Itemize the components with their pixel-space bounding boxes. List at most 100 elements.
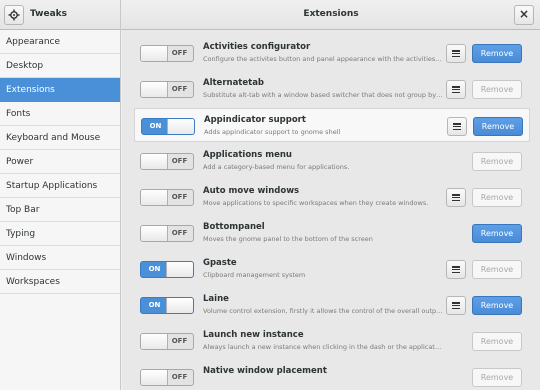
extension-row: OFF Auto move windows Move applications to…: [134, 180, 530, 214]
switch-knob: [141, 190, 168, 205]
switch-state-label: ON: [148, 265, 161, 273]
hamburger-icon: [452, 50, 460, 58]
extension-description: Volume control extension, firstly it all…: [203, 307, 443, 315]
sidebar-item-extensions[interactable]: Extensions: [0, 78, 120, 102]
hamburger-icon: [453, 123, 461, 131]
extension-description: Substitute alt-tab with a window based s…: [203, 91, 443, 99]
hamburger-icon: [452, 194, 460, 202]
switch-state-label: OFF: [171, 193, 188, 201]
sidebar-item-appearance[interactable]: Appearance: [0, 30, 120, 54]
extension-toggle-switch[interactable]: OFF: [140, 369, 194, 386]
header-bar: Tweaks Extensions ×: [0, 0, 540, 30]
switch-state-label: OFF: [171, 85, 188, 93]
extension-name: Auto move windows: [203, 186, 300, 196]
sidebar-item-typing[interactable]: Typing: [0, 222, 120, 246]
sidebar-item-power[interactable]: Power: [0, 150, 120, 174]
sidebar-item-workspaces[interactable]: Workspaces: [0, 270, 120, 294]
extension-name: Laine: [203, 294, 229, 304]
extension-description: Adds appindicator support to gnome shell: [204, 128, 341, 136]
extension-preferences-button[interactable]: [446, 296, 466, 315]
extension-toggle-switch[interactable]: OFF: [140, 333, 194, 350]
extension-toggle-switch[interactable]: ON: [141, 118, 195, 135]
sidebar-item-startup-applications[interactable]: Startup Applications: [0, 174, 120, 198]
extension-preferences-button[interactable]: [446, 188, 466, 207]
switch-knob: [141, 46, 168, 61]
header-left-pane: Tweaks: [0, 0, 121, 30]
extension-toggle-switch[interactable]: ON: [140, 297, 194, 314]
switch-state-label: ON: [149, 122, 162, 130]
sidebar-item-keyboard-and-mouse[interactable]: Keyboard and Mouse: [0, 126, 120, 150]
switch-knob: [141, 334, 168, 349]
switch-knob: [141, 370, 168, 385]
extension-remove-button[interactable]: Remove: [472, 368, 522, 387]
extension-name: Gpaste: [203, 258, 237, 268]
extension-remove-button[interactable]: Remove: [472, 152, 522, 171]
extension-row: ON Appindicator support Adds appindicator …: [134, 108, 530, 142]
switch-state-label: OFF: [171, 337, 188, 345]
switch-state-label: OFF: [171, 157, 188, 165]
app-title: Tweaks: [30, 9, 67, 19]
extension-name: Launch new instance: [203, 330, 304, 340]
extension-row: OFF Activities configurator Configure the …: [134, 36, 530, 70]
sidebar-item-fonts[interactable]: Fonts: [0, 102, 120, 126]
hamburger-icon: [452, 266, 460, 274]
extension-toggle-switch[interactable]: OFF: [140, 189, 194, 206]
extension-remove-button[interactable]: Remove: [472, 296, 522, 315]
extension-toggle-switch[interactable]: OFF: [140, 225, 194, 242]
extension-remove-button[interactable]: Remove: [472, 44, 522, 63]
page-title: Extensions: [303, 9, 359, 19]
extension-toggle-switch[interactable]: OFF: [140, 81, 194, 98]
sidebar-item-desktop[interactable]: Desktop: [0, 54, 120, 78]
extension-remove-button[interactable]: Remove: [472, 80, 522, 99]
extension-remove-button[interactable]: Remove: [472, 260, 522, 279]
extension-description: Moves the gnome panel to the bottom of t…: [203, 235, 373, 243]
extensions-list[interactable]: OFF Activities configurator Configure the …: [122, 30, 540, 390]
extension-name: Activities configurator: [203, 42, 311, 52]
extension-preferences-button[interactable]: [446, 80, 466, 99]
extension-name: Native window placement: [203, 366, 327, 376]
hamburger-icon: [452, 86, 460, 94]
extension-preferences-button[interactable]: [446, 44, 466, 63]
switch-knob: [141, 226, 168, 241]
extension-description: Clipboard management system: [203, 271, 306, 279]
sidebar-item-top-bar[interactable]: Top Bar: [0, 198, 120, 222]
extension-preferences-button[interactable]: [447, 117, 467, 136]
extension-remove-button[interactable]: Remove: [472, 224, 522, 243]
extension-toggle-switch[interactable]: OFF: [140, 45, 194, 62]
extension-description: Configure the activites button and panel…: [203, 55, 443, 63]
extension-remove-button[interactable]: Remove: [472, 188, 522, 207]
extension-toggle-switch[interactable]: OFF: [140, 153, 194, 170]
app-menu-button[interactable]: [4, 5, 24, 25]
extension-row: OFF Bottompanel Moves the gnome panel to t…: [134, 216, 530, 250]
extension-row: OFF Applications menu Add a category-based…: [134, 144, 530, 178]
extension-description: Always launch a new instance when clicki…: [203, 343, 443, 351]
extension-row: OFF Launch new instance Always launch a ne…: [134, 324, 530, 358]
extension-name: Applications menu: [203, 150, 292, 160]
switch-state-label: OFF: [171, 49, 188, 57]
switch-knob: [141, 154, 168, 169]
switch-knob: [166, 298, 193, 313]
sidebar-item-windows[interactable]: Windows: [0, 246, 120, 270]
extension-description: Add a category-based menu for applicatio…: [203, 163, 350, 171]
switch-state-label: OFF: [171, 229, 188, 237]
extension-description: Move applications to specific workspaces…: [203, 199, 429, 207]
extension-row: ON Laine Volume control extension, firstly…: [134, 288, 530, 322]
tweaks-gear-icon: [8, 9, 20, 21]
extension-preferences-button[interactable]: [446, 260, 466, 279]
switch-knob: [141, 82, 168, 97]
extension-name: Alternatetab: [203, 78, 265, 88]
switch-state-label: ON: [148, 301, 161, 309]
extension-remove-button[interactable]: Remove: [472, 332, 522, 351]
switch-state-label: OFF: [171, 373, 188, 381]
extension-name: Bottompanel: [203, 222, 265, 232]
extension-toggle-switch[interactable]: ON: [140, 261, 194, 278]
close-button[interactable]: ×: [514, 5, 534, 25]
extension-row: ON Gpaste Clipboard management system Remov…: [134, 252, 530, 286]
close-icon: ×: [518, 7, 530, 21]
sidebar: Appearance Desktop Extensions Fonts Keyb…: [0, 30, 121, 390]
extension-name: Appindicator support: [204, 115, 306, 125]
hamburger-icon: [452, 302, 460, 310]
extension-row: OFF Alternatetab Substitute alt-tab with a…: [134, 72, 530, 106]
extension-remove-button[interactable]: Remove: [473, 117, 523, 136]
switch-knob: [167, 119, 194, 134]
